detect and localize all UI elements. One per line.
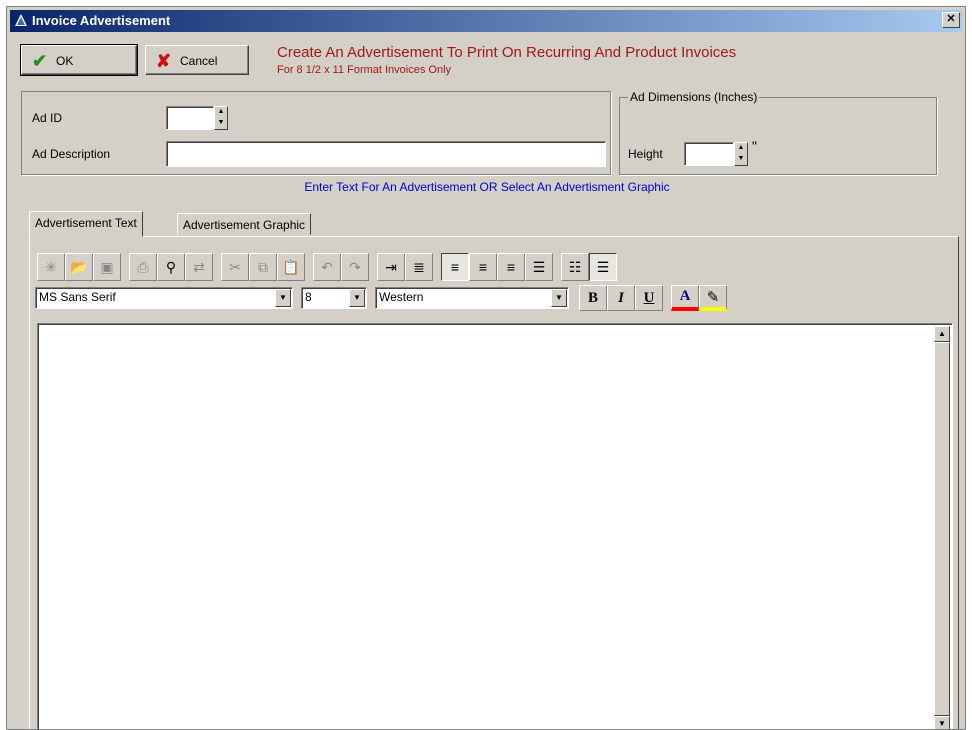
scrollbar-thumb[interactable] [934,342,950,716]
subline-text: For 8 1/2 x 11 Format Invoices Only [277,64,452,76]
headline-text: Create An Advertisement To Print On Recu… [277,44,737,61]
ad-id-label: Ad ID [32,111,63,125]
font-size-select[interactable]: 8 ▼ [301,287,367,309]
font-name-select[interactable]: MS Sans Serif ▼ [35,287,293,309]
checkmark-icon: ✔ [32,51,48,71]
underline-button[interactable]: U [635,285,663,311]
ok-button-label: OK [56,54,74,68]
ok-button[interactable]: ✔ OK [20,44,138,76]
ad-id-spinner[interactable]: ▲ ▼ [214,106,228,130]
highlight-icon[interactable]: ✎ [699,285,727,311]
charset-select[interactable]: Western ▼ [375,287,569,309]
ad-dimensions-group: Ad Dimensions (Inches) Height ▲ ▼ " [619,90,937,175]
scroll-down-icon[interactable]: ▼ [934,716,950,729]
chevron-down-icon[interactable]: ▼ [551,289,567,307]
cut-icon[interactable]: ✂ [221,253,249,281]
bullet-list-icon[interactable]: ☷ [561,253,589,281]
open-folder-icon[interactable]: 📂 [65,253,93,281]
chevron-down-icon[interactable]: ▼ [275,289,291,307]
numbered-list-icon[interactable]: ☰ [589,253,617,281]
tab-advertisement-text[interactable]: Advertisement Text [29,211,143,237]
paste-icon[interactable]: 📋 [277,253,305,281]
ad-dimensions-legend: Ad Dimensions (Inches) [628,90,760,104]
print-icon[interactable]: ⎙ [129,253,157,281]
info-text: Enter Text For An Advertisement OR Selec… [304,180,670,194]
charset-value: Western [379,290,424,304]
font-size-value: 8 [305,290,312,304]
spin-down-icon[interactable]: ▼ [215,118,227,129]
align-justify-icon[interactable]: ☰ [525,253,553,281]
ad-id-input[interactable] [166,106,214,130]
advertisement-text-editor[interactable]: ▲ ▼ [37,323,953,729]
x-icon: ✘ [156,51,172,71]
font-name-value: MS Sans Serif [39,290,116,304]
ad-description-input[interactable] [166,141,606,167]
title-bar: Invoice Advertisement ✕ [10,10,962,32]
align-right-icon[interactable]: ≡ [497,253,525,281]
replace-icon[interactable]: ⇄ [185,253,213,281]
ad-info-group: Ad ID ▲ ▼ Ad Description [21,91,611,175]
redo-icon[interactable]: ↷ [341,253,369,281]
find-icon[interactable]: ⚲ [157,253,185,281]
spin-up-icon[interactable]: ▲ [735,143,747,154]
indent-icon[interactable]: ⇥ [377,253,405,281]
height-unit-label: " [752,138,757,154]
scroll-up-icon[interactable]: ▲ [934,326,950,342]
tab-advertisement-graphic[interactable]: Advertisement Graphic [177,213,312,235]
spin-up-icon[interactable]: ▲ [215,107,227,118]
window-title: Invoice Advertisement [32,13,171,28]
font-color-icon[interactable]: A [671,285,699,311]
align-left-icon[interactable]: ≡ [441,253,469,281]
copy-icon[interactable]: ⧉ [249,253,277,281]
height-spinner[interactable]: ▲ ▼ [734,142,748,166]
app-triangle-icon [15,14,27,26]
chevron-down-icon[interactable]: ▼ [349,289,365,307]
justify-icon[interactable]: ≣ [405,253,433,281]
italic-button[interactable]: I [607,285,635,311]
vertical-scrollbar[interactable]: ▲ ▼ [934,326,950,729]
bold-button[interactable]: B [579,285,607,311]
new-icon[interactable]: ✳ [37,253,65,281]
close-button[interactable]: ✕ [942,12,960,28]
undo-icon[interactable]: ↶ [313,253,341,281]
save-icon[interactable]: ▣ [93,253,121,281]
height-label: Height [628,147,663,161]
align-center-icon[interactable]: ≡ [469,253,497,281]
ad-description-label: Ad Description [32,147,111,161]
spin-down-icon[interactable]: ▼ [735,154,747,165]
cancel-button-label: Cancel [180,54,218,68]
invoice-advertisement-window: Invoice Advertisement ✕ ✔ OK ✘ Cancel Cr… [6,6,966,730]
height-input[interactable] [684,142,734,166]
cancel-button[interactable]: ✘ Cancel [145,45,249,75]
